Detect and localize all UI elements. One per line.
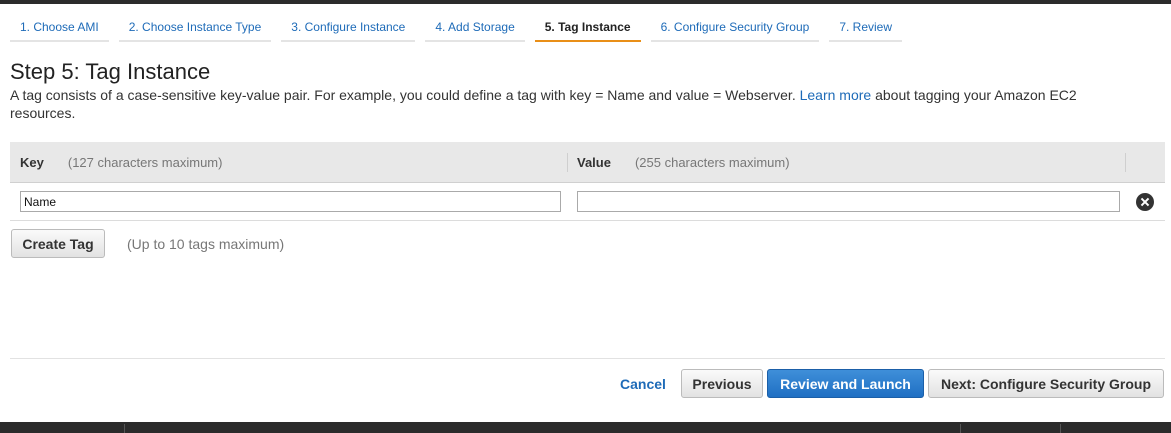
top-bar bbox=[0, 0, 1171, 4]
next-configure-security-group-button[interactable]: Next: Configure Security Group bbox=[928, 369, 1164, 398]
tag-limit-note: (Up to 10 tags maximum) bbox=[127, 236, 285, 252]
key-column-header: Key (127 characters maximum) bbox=[20, 142, 222, 183]
footer-divider bbox=[960, 424, 961, 433]
value-header-label: Value bbox=[577, 155, 611, 170]
remove-tag-icon[interactable] bbox=[1136, 193, 1154, 211]
cancel-link[interactable]: Cancel bbox=[620, 376, 666, 392]
column-divider bbox=[567, 153, 568, 172]
description-text: A tag consists of a case-sensitive key-v… bbox=[10, 87, 796, 103]
key-header-label: Key bbox=[20, 155, 44, 170]
tags-table-header: Key (127 characters maximum) Value (255 … bbox=[10, 142, 1165, 183]
value-header-hint: (255 characters maximum) bbox=[634, 155, 790, 170]
tag-row bbox=[10, 183, 1165, 221]
footer-divider bbox=[124, 424, 125, 433]
tags-table: Key (127 characters maximum) Value (255 … bbox=[10, 142, 1165, 221]
step-configure-security-group[interactable]: 6. Configure Security Group bbox=[650, 14, 820, 42]
step-choose-instance-type[interactable]: 2. Choose Instance Type bbox=[118, 14, 272, 42]
step-choose-ami[interactable]: 1. Choose AMI bbox=[10, 14, 109, 42]
step-add-storage[interactable]: 4. Add Storage bbox=[425, 14, 525, 42]
page-title: Step 5: Tag Instance bbox=[10, 59, 211, 84]
step-configure-instance[interactable]: 3. Configure Instance bbox=[281, 14, 416, 42]
page-description: A tag consists of a case-sensitive key-v… bbox=[10, 86, 1120, 122]
value-column-header: Value (255 characters maximum) bbox=[577, 142, 790, 183]
wizard-steps: 1. Choose AMI 2. Choose Instance Type 3.… bbox=[10, 14, 902, 42]
step-review[interactable]: 7. Review bbox=[829, 14, 902, 42]
actions-divider bbox=[10, 358, 1165, 359]
learn-more-link[interactable]: Learn more bbox=[800, 87, 872, 103]
tag-key-input[interactable] bbox=[20, 191, 561, 212]
review-and-launch-button[interactable]: Review and Launch bbox=[767, 369, 924, 398]
step-tag-instance[interactable]: 5. Tag Instance bbox=[534, 14, 641, 42]
column-divider bbox=[1125, 153, 1126, 172]
key-header-hint: (127 characters maximum) bbox=[67, 155, 223, 170]
footer-bar bbox=[0, 422, 1171, 433]
footer-divider bbox=[1060, 424, 1061, 433]
create-tag-button[interactable]: Create Tag bbox=[11, 229, 105, 258]
tag-value-input[interactable] bbox=[577, 191, 1120, 212]
previous-button[interactable]: Previous bbox=[681, 369, 763, 398]
